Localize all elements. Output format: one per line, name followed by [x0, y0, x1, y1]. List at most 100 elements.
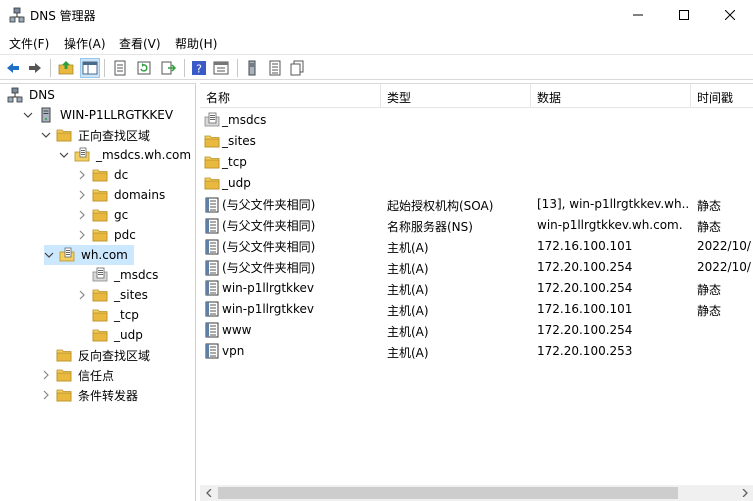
tree-node-label: pdc [114, 228, 136, 242]
record-icon [204, 322, 220, 338]
tree-node[interactable]: 反向查找区域 [41, 345, 152, 365]
scrollbar-thumb[interactable] [218, 487, 678, 499]
list-button[interactable] [265, 58, 285, 78]
chevron-down-icon[interactable] [44, 250, 54, 260]
record-name-text: (与父文件夹相同) [222, 219, 316, 233]
column-header-data[interactable]: 数据 [531, 84, 691, 108]
record-timestamp: 静态 [697, 283, 722, 297]
record-icon [204, 197, 220, 213]
record-icon [204, 260, 220, 276]
record-name: win-p1llrgtkkev [204, 280, 380, 296]
record-name: (与父文件夹相同) [204, 238, 380, 255]
menu-file[interactable]: 文件(F) [9, 35, 49, 52]
up-button[interactable] [56, 58, 76, 78]
properties-button[interactable] [110, 58, 130, 78]
column-header-name[interactable]: 名称 [200, 84, 381, 108]
record-row[interactable]: (与父文件夹相同) 名称服务器(NS) win-p1llrgtkkev.wh.com… [200, 215, 753, 236]
menu-help[interactable]: 帮助(H) [175, 35, 217, 52]
chevron-right-icon[interactable] [77, 210, 87, 220]
chevron-right-icon[interactable] [77, 170, 87, 180]
chevron-right-icon[interactable] [41, 390, 51, 400]
maximize-button[interactable] [661, 0, 707, 30]
server-button[interactable] [242, 58, 262, 78]
forward-button[interactable] [25, 58, 45, 78]
tree-node[interactable]: 正向查找区域 [41, 125, 152, 145]
tree-node[interactable]: _udp [77, 325, 145, 345]
scroll-left-button[interactable] [200, 485, 217, 501]
tree-node[interactable]: _tcp [77, 305, 141, 325]
tree-node-label: WIN-P1LLRGTKKEV [60, 108, 174, 122]
record-row[interactable]: win-p1llrgtkkev 主机(A) 172.20.100.254 静态 [200, 278, 753, 299]
console-button[interactable] [211, 58, 231, 78]
record-row[interactable]: _msdcs [200, 110, 753, 131]
copy-button[interactable] [287, 58, 307, 78]
tree-node[interactable]: dc [77, 165, 130, 185]
show-tree-icon [82, 61, 98, 75]
tree-node[interactable]: 信任点 [41, 365, 116, 385]
minimize-icon [633, 14, 643, 16]
record-name-text: (与父文件夹相同) [222, 240, 316, 254]
close-button[interactable] [707, 0, 753, 30]
refresh-icon [137, 61, 151, 75]
record-icon [204, 280, 220, 296]
export-icon [161, 61, 176, 75]
horizontal-scrollbar[interactable] [200, 485, 753, 501]
tree-node[interactable]: _msdcs.wh.com [59, 145, 193, 165]
chevron-right-icon[interactable] [77, 230, 87, 240]
show-tree-button[interactable] [80, 58, 100, 78]
record-row[interactable]: win-p1llrgtkkev 主机(A) 172.16.100.101 静态 [200, 299, 753, 320]
chevron-down-icon[interactable] [23, 110, 33, 120]
record-row[interactable]: _sites [200, 131, 753, 152]
tree-node[interactable]: 条件转发器 [41, 385, 140, 405]
menu-view[interactable]: 查看(V) [119, 35, 161, 52]
record-list: 名称 类型 数据 时间戳 _msdcs _sites _tcp _udp (与父文件夹相… [200, 83, 753, 501]
chevron-right-icon[interactable] [77, 290, 87, 300]
column-header-type[interactable]: 类型 [381, 84, 531, 108]
record-row[interactable]: vpn 主机(A) 172.20.100.253 [200, 341, 753, 362]
tree-node[interactable]: gc [77, 205, 130, 225]
chevron-down-icon[interactable] [41, 130, 51, 140]
refresh-button[interactable] [134, 58, 154, 78]
record-name-text: _sites [222, 134, 256, 148]
record-name-text: (与父文件夹相同) [222, 261, 316, 275]
tree-node-label: wh.com [79, 247, 130, 263]
record-type: 主机(A) [387, 304, 429, 318]
folder-icon [56, 387, 72, 403]
server-icon [248, 60, 256, 76]
zone-icon [74, 147, 90, 163]
chevron-down-icon[interactable] [59, 150, 69, 160]
record-timestamp: 2022/10/ [697, 239, 751, 253]
tree-node[interactable]: WIN-P1LLRGTKKEV [23, 105, 175, 125]
record-name: www [204, 322, 380, 338]
record-row[interactable]: (与父文件夹相同) 起始授权机构(SOA) [13], win-p1llrgtkke… [200, 194, 753, 215]
menu-action[interactable]: 操作(A) [64, 35, 106, 52]
column-header-timestamp[interactable]: 时间戳 [691, 84, 753, 108]
record-data: 172.16.100.101 [537, 239, 633, 253]
chevron-right-icon[interactable] [77, 190, 87, 200]
tree-node[interactable]: _sites [77, 285, 150, 305]
tree-node[interactable]: pdc [77, 225, 138, 245]
minimize-button[interactable] [615, 0, 661, 30]
scroll-right-button[interactable] [736, 485, 753, 501]
export-button[interactable] [158, 58, 178, 78]
record-row[interactable]: _udp [200, 173, 753, 194]
back-button[interactable] [3, 58, 23, 78]
expander-placeholder [77, 270, 87, 280]
record-timestamp: 静态 [697, 199, 722, 213]
record-row[interactable]: (与父文件夹相同) 主机(A) 172.20.100.254 2022/10/ [200, 257, 753, 278]
tree-node[interactable]: wh.com [44, 245, 134, 265]
record-type: 名称服务器(NS) [387, 220, 473, 234]
tree-node[interactable]: domains [77, 185, 167, 205]
tree-node[interactable]: _msdcs [77, 265, 160, 285]
record-name-text: _msdcs [222, 113, 267, 127]
chevron-left-icon [205, 489, 211, 497]
record-name: (与父文件夹相同) [204, 196, 380, 213]
record-row[interactable]: (与父文件夹相同) 主机(A) 172.16.100.101 2022/10/ [200, 236, 753, 257]
zone-icon [59, 247, 75, 263]
record-row[interactable]: _tcp [200, 152, 753, 173]
help-button[interactable]: ? [189, 58, 209, 78]
chevron-right-icon[interactable] [41, 370, 51, 380]
record-type: 起始授权机构(SOA) [387, 199, 494, 213]
tree-node[interactable]: DNS [7, 85, 57, 105]
record-row[interactable]: www 主机(A) 172.20.100.254 [200, 320, 753, 341]
